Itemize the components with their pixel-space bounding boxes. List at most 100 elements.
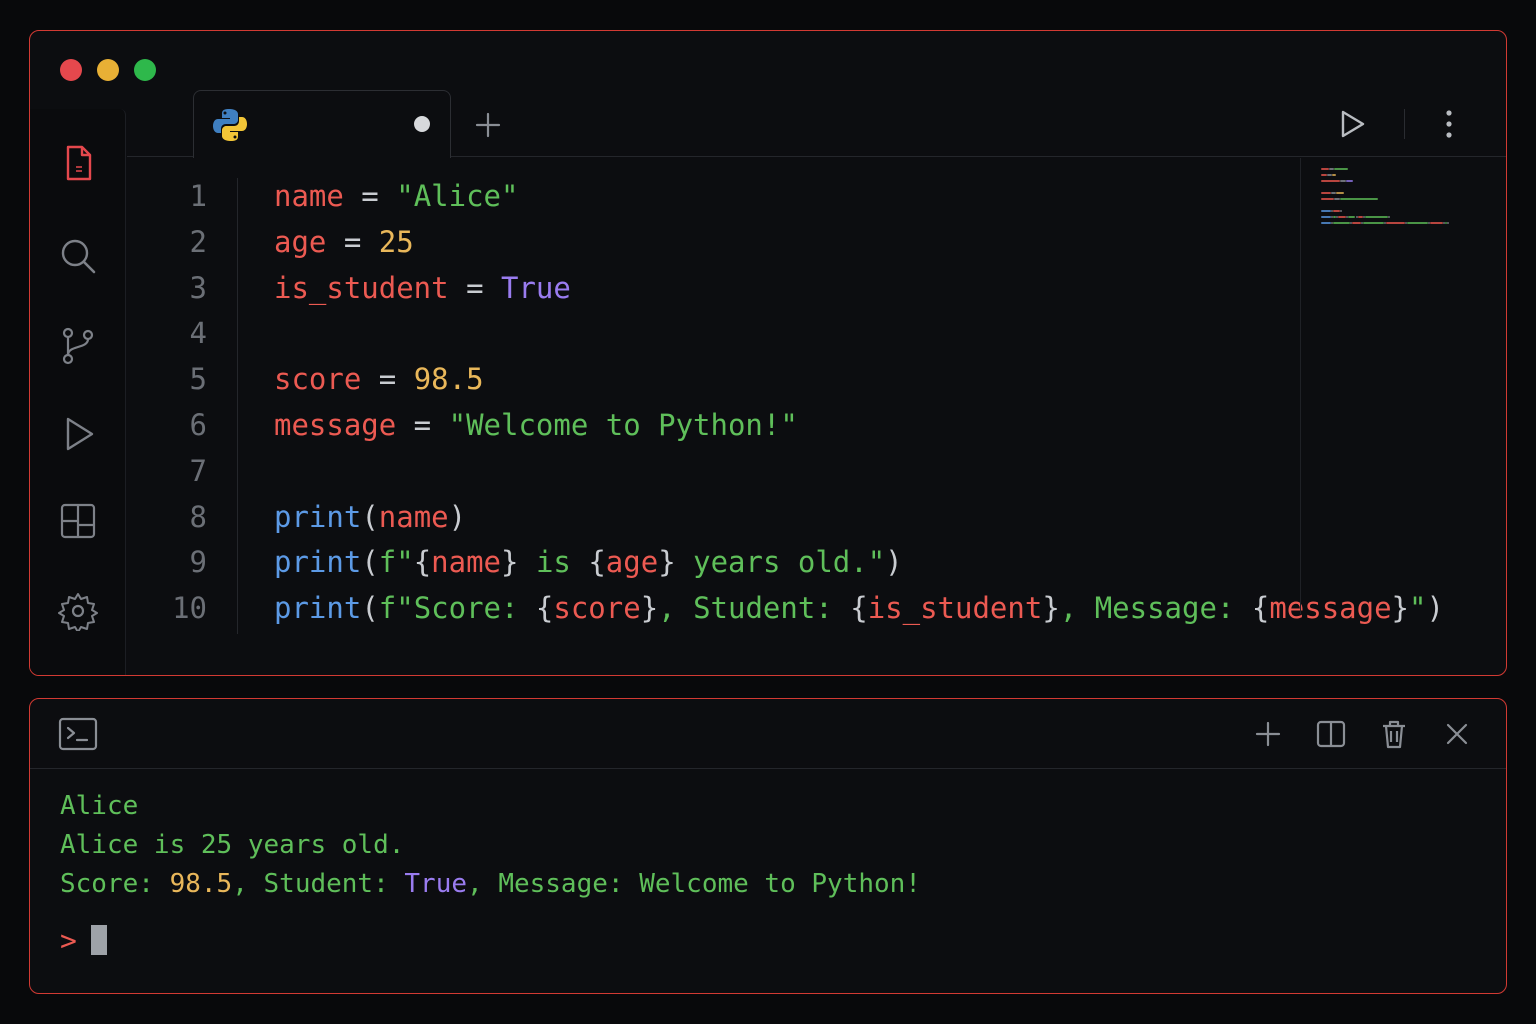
code-token: =	[326, 224, 379, 259]
run-debug-button[interactable]	[56, 412, 100, 456]
minimap-token	[1334, 168, 1348, 170]
minimap-token	[1321, 222, 1331, 224]
plus-icon[interactable]	[1251, 717, 1285, 751]
code-line[interactable]: print(name)	[274, 495, 1444, 541]
code-token: age	[274, 224, 327, 259]
code-token: {	[588, 545, 606, 580]
line-number: 9	[189, 545, 207, 580]
code-token: (	[361, 499, 379, 534]
output-token: True	[404, 869, 468, 899]
code-line[interactable]: print(f"{name} is {age} years old.")	[274, 540, 1444, 586]
code-token: , Message:	[1059, 591, 1252, 626]
code-line[interactable]: name = "Alice"	[274, 174, 1444, 220]
code-token: =	[448, 270, 501, 305]
line-number: 3	[189, 270, 207, 305]
minimap-token	[1340, 210, 1343, 212]
code-token: )	[448, 499, 467, 534]
minimap-token	[1388, 216, 1390, 218]
terminal-output-line: Score: 98.5, Student: True, Message: Wel…	[60, 865, 921, 904]
code-line[interactable]	[274, 449, 1444, 495]
minimap-token	[1338, 216, 1346, 218]
python-icon	[213, 109, 247, 141]
code-line[interactable]	[274, 311, 1444, 357]
editor-window: 1 2 3 4 5 6 7 8 9 10 name = "Alice" age = 25 is_stu…	[29, 30, 1507, 676]
minimap-token	[1351, 222, 1362, 224]
trash-icon[interactable]	[1377, 717, 1411, 751]
code-line[interactable]: score = 98.5	[274, 357, 1444, 403]
minimap-token	[1321, 180, 1340, 182]
minimap-token	[1429, 222, 1444, 224]
code-token: {	[850, 591, 868, 626]
code-line[interactable]: print(f"Score: {score}, Student: {is_stu…	[274, 586, 1444, 632]
minimap-token	[1332, 210, 1341, 212]
line-number: 4	[189, 316, 207, 351]
code-line[interactable]: age = 25	[274, 220, 1444, 266]
code-line[interactable]: is_student = True	[274, 266, 1444, 312]
maximize-window-button[interactable]	[134, 59, 156, 81]
code-token: print	[274, 499, 362, 534]
tab-python-file[interactable]	[193, 90, 451, 158]
run-icon	[66, 417, 94, 451]
minimap[interactable]	[1300, 158, 1484, 614]
play-icon[interactable]	[1334, 107, 1368, 141]
terminal-output-line: Alice is 25 years old.	[60, 826, 921, 865]
code-token: name	[378, 499, 449, 534]
line-number: 5	[189, 362, 207, 397]
code-token: , Student:	[658, 591, 851, 626]
code-token: name	[431, 545, 502, 580]
minimap-token	[1386, 222, 1405, 224]
toolbar-divider	[1404, 109, 1405, 139]
line-number: 7	[189, 453, 207, 488]
search-button[interactable]	[56, 234, 100, 278]
terminal-icon	[58, 717, 98, 751]
code-token: True	[501, 270, 571, 305]
unsaved-indicator[interactable]	[414, 116, 430, 132]
extensions-button[interactable]	[56, 499, 100, 543]
minimize-window-button[interactable]	[97, 59, 119, 81]
minimap-token	[1347, 216, 1356, 218]
terminal-output: Alice Alice is 25 years old. Score: 98.5, …	[60, 787, 921, 904]
output-token: Score:	[60, 869, 170, 899]
code-editor[interactable]: 1 2 3 4 5 6 7 8 9 10 name = "Alice" age = 25 is_stu…	[127, 158, 1444, 675]
output-token: 98.5	[169, 869, 233, 899]
code-token: =	[396, 407, 449, 442]
close-icon[interactable]	[1440, 717, 1474, 751]
window-controls	[60, 59, 156, 81]
explorer-button[interactable]	[56, 141, 100, 185]
terminal-prompt[interactable]: >	[60, 923, 107, 957]
code-token: }	[1042, 591, 1060, 626]
code-token: }	[640, 591, 659, 626]
minimap-token	[1363, 222, 1384, 224]
output-token: Alice	[60, 791, 139, 821]
line-number: 2	[189, 224, 207, 259]
plus-icon[interactable]	[472, 109, 504, 141]
code-token: is_student	[867, 591, 1043, 626]
code-content[interactable]: name = "Alice" age = 25 is_student = True …	[274, 174, 1444, 632]
close-window-button[interactable]	[60, 59, 82, 81]
terminal-cursor	[90, 925, 107, 955]
minimap-token	[1365, 216, 1388, 218]
code-line[interactable]: message = "Welcome to Python!"	[274, 403, 1444, 449]
settings-button[interactable]	[56, 589, 100, 633]
split-icon[interactable]	[1314, 717, 1348, 751]
minimap-token	[1407, 222, 1428, 224]
minimap-token	[1340, 198, 1378, 200]
line-number: 6	[189, 407, 207, 442]
code-token: is_student	[274, 270, 449, 305]
source-control-button[interactable]	[56, 324, 100, 368]
minimap-token	[1321, 192, 1331, 194]
code-token: "Welcome to Python!"	[448, 407, 798, 442]
code-token: 25	[378, 224, 414, 259]
code-token: }	[501, 545, 519, 580]
gutter-divider	[237, 178, 238, 634]
search-icon	[61, 239, 96, 274]
minimap-token	[1332, 174, 1337, 176]
code-token: 98.5	[413, 362, 484, 397]
code-token: print	[274, 591, 362, 626]
code-token: =	[343, 179, 397, 213]
more-vertical-icon[interactable]	[1434, 107, 1464, 141]
code-token: }	[658, 545, 676, 580]
code-token: =	[361, 362, 414, 397]
prompt-symbol: >	[60, 923, 77, 957]
line-number: 10	[172, 591, 207, 626]
